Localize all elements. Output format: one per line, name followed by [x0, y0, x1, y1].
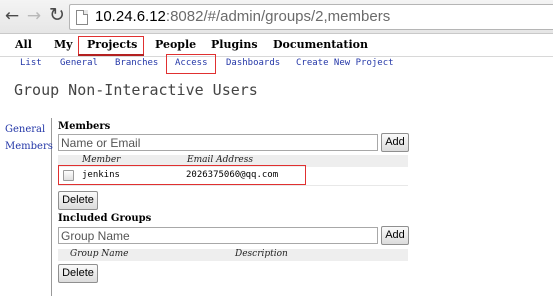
- members-heading: Members: [58, 121, 111, 132]
- member-column-header: Member: [82, 155, 121, 165]
- project-sub-menu: List General Branches Access Dashboards …: [0, 56, 553, 74]
- delete-group-button[interactable]: Delete: [58, 264, 98, 283]
- url-host: 10.24.6.12: [95, 8, 166, 25]
- group-name-column-header: Group Name: [70, 249, 129, 259]
- menu-people[interactable]: People: [155, 38, 196, 51]
- group-left-nav: General Members: [0, 118, 53, 296]
- menu-my[interactable]: My: [54, 38, 73, 51]
- description-column-header: Description: [235, 249, 288, 259]
- access-highlight-box: [166, 54, 216, 74]
- nav-members-link[interactable]: Members: [5, 141, 53, 152]
- url-text: 10.24.6.12:8082/#/admin/groups/2,members: [95, 8, 390, 25]
- forward-arrow-icon[interactable]: →: [24, 6, 44, 26]
- member-name-or-email-input[interactable]: [58, 134, 378, 151]
- menu-all[interactable]: All: [15, 38, 32, 51]
- address-bar[interactable]: 10.24.6.12:8082/#/admin/groups/2,members: [69, 4, 553, 30]
- submenu-branches[interactable]: Branches: [115, 58, 158, 68]
- submenu-dashboards[interactable]: Dashboards: [226, 58, 280, 68]
- member-row-highlight-box: [58, 165, 306, 185]
- browser-toolbar: ← → ↻ 10.24.6.12:8082/#/admin/groups/2,m…: [0, 0, 553, 34]
- included-groups-table-header: Group Name Description: [58, 249, 408, 261]
- reload-icon[interactable]: ↻: [47, 5, 67, 25]
- nav-general-link[interactable]: General: [5, 124, 45, 135]
- projects-highlight-box: [78, 36, 144, 56]
- add-member-button[interactable]: Add: [381, 133, 409, 152]
- submenu-create-new-project[interactable]: Create New Project: [296, 58, 394, 68]
- page-title: Group Non-Interactive Users: [14, 81, 258, 99]
- group-name-input[interactable]: [58, 227, 378, 244]
- url-path: :8082/#/admin/groups/2,members: [165, 8, 391, 25]
- add-group-button[interactable]: Add: [381, 226, 409, 245]
- back-arrow-icon[interactable]: ←: [2, 6, 22, 26]
- menu-plugins[interactable]: Plugins: [211, 38, 258, 51]
- submenu-list[interactable]: List: [20, 58, 42, 68]
- delete-member-button[interactable]: Delete: [58, 191, 98, 210]
- included-groups-heading: Included Groups: [58, 213, 152, 224]
- menu-documentation[interactable]: Documentation: [273, 38, 368, 51]
- email-column-header: Email Address: [187, 155, 253, 165]
- page-icon: [76, 10, 88, 25]
- submenu-general[interactable]: General: [60, 58, 98, 68]
